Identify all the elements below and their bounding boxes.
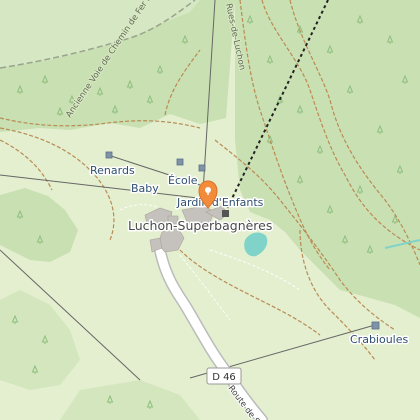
map-view[interactable]: Ancienne Voie de Chemin de Fer à Crémail… xyxy=(0,0,420,420)
map-canvas[interactable]: Ancienne Voie de Chemin de Fer à Crémail… xyxy=(0,0,420,420)
place-label-crabioules[interactable]: Crabioules xyxy=(349,332,411,348)
place-label-baby[interactable]: Baby xyxy=(130,181,161,197)
place-label-renards[interactable]: Renards xyxy=(89,163,137,179)
station-baby[interactable] xyxy=(176,158,184,166)
place-label-resort[interactable]: Luchon-Superbagnères xyxy=(127,217,274,235)
station-crabioules[interactable] xyxy=(371,321,380,330)
station-ecole[interactable] xyxy=(198,164,206,172)
gondola-station[interactable] xyxy=(222,210,229,217)
road-shield: D 46 xyxy=(206,367,242,385)
road-shield-label: D 46 xyxy=(212,372,236,383)
station-renards[interactable] xyxy=(105,151,113,159)
place-label-jardin[interactable]: Jardin d'Enfants xyxy=(175,195,266,211)
place-label-ecole[interactable]: École xyxy=(167,173,200,189)
